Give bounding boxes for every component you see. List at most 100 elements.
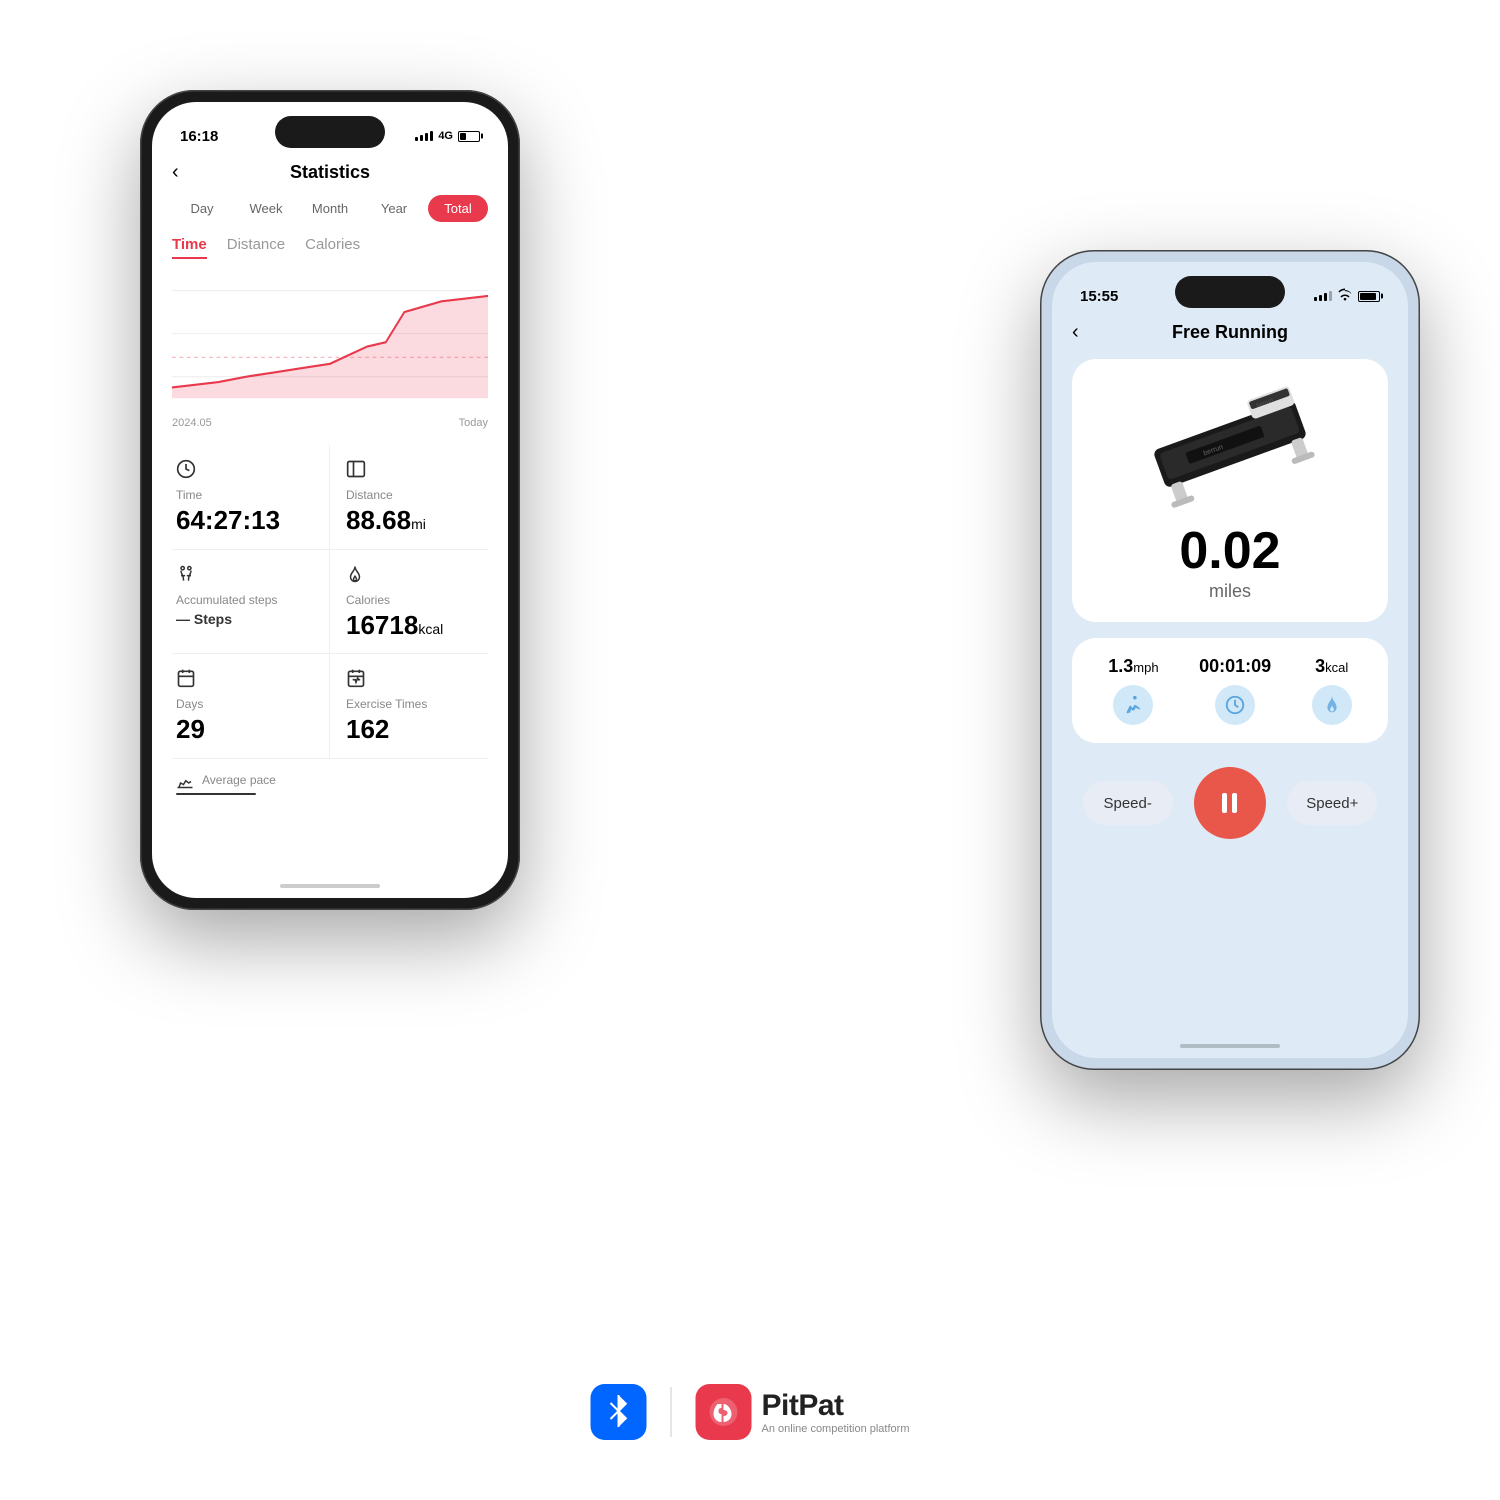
shoe-icon — [176, 774, 194, 792]
stat-days-label: Days — [176, 697, 313, 711]
filter-week[interactable]: Week — [236, 195, 296, 222]
pitpat-icon-svg — [706, 1394, 742, 1430]
bottom-logos: PitPat An online competition platform — [591, 1384, 910, 1440]
chart-x-labels: 2024.05 Today — [172, 417, 488, 429]
home-indicator-right — [1180, 1044, 1280, 1048]
bluetooth-icon — [604, 1393, 634, 1431]
speed-minus-button[interactable]: Speed- — [1083, 781, 1173, 825]
left-phone: 16:18 4G ‹ — [140, 90, 520, 910]
signal-icon — [415, 131, 433, 141]
timer-value: 00:01:09 — [1199, 656, 1271, 677]
controls-row: Speed- Speed+ — [1072, 767, 1388, 839]
tab-distance[interactable]: Distance — [227, 236, 285, 259]
time-right: 15:55 — [1080, 288, 1118, 305]
speed-plus-button[interactable]: Speed+ — [1287, 781, 1377, 825]
time-filter: Day Week Month Year Total — [172, 195, 488, 222]
exercise-icon — [346, 668, 484, 693]
fire-icon-right — [1312, 685, 1352, 725]
battery-icon — [458, 131, 480, 142]
home-indicator-left — [280, 884, 380, 888]
left-screen-content: ‹ Statistics Day Week Month Year Total T… — [152, 154, 508, 898]
metric-speed: 1.3mph — [1108, 656, 1158, 725]
chart-start-label: 2024.05 — [172, 417, 212, 429]
stat-exercise-label: Exercise Times — [346, 697, 484, 711]
filter-month[interactable]: Month — [300, 195, 360, 222]
time-chart — [172, 269, 488, 409]
treadmill-image: berrun berrun — [1130, 379, 1330, 509]
speed-value: 1.3mph — [1108, 656, 1158, 677]
metrics-row: 1.3mph 00:01:09 — [1072, 638, 1388, 743]
dynamic-island-right — [1175, 276, 1285, 308]
avg-pace-section: Average pace — [172, 759, 488, 809]
stat-calories-value: 16718kcal — [346, 611, 484, 640]
stat-steps-label: Accumulated steps — [176, 593, 313, 607]
stat-calories-label: Calories — [346, 593, 484, 607]
status-icons-left: 4G — [415, 130, 480, 142]
clock-icon-right — [1215, 685, 1255, 725]
statistics-header: ‹ Statistics — [172, 154, 488, 195]
logo-divider — [671, 1387, 672, 1437]
dynamic-island — [275, 116, 385, 148]
clock-icon — [176, 459, 313, 484]
back-button-left[interactable]: ‹ — [172, 161, 179, 184]
treadmill-card: berrun berrun 0.02 miles — [1072, 359, 1388, 622]
tab-time[interactable]: Time — [172, 236, 207, 259]
filter-day[interactable]: Day — [172, 195, 232, 222]
page-title-left: Statistics — [290, 162, 370, 183]
kcal-value: 3kcal — [1315, 656, 1348, 677]
pause-icon — [1222, 793, 1237, 813]
stat-calories: Calories 16718kcal — [330, 550, 488, 655]
pitpat-text: PitPat An online competition platform — [762, 1389, 910, 1435]
distance-icon — [346, 459, 484, 484]
stat-days: Days 29 — [172, 654, 330, 759]
chart-end-label: Today — [459, 417, 488, 429]
run-icon — [1113, 685, 1153, 725]
stat-days-value: 29 — [176, 715, 313, 744]
fire-icon — [346, 564, 484, 589]
metric-kcal: 3kcal — [1312, 656, 1352, 725]
bluetooth-logo — [591, 1384, 647, 1440]
page-title-right: Free Running — [1172, 322, 1288, 343]
wifi-icon — [1337, 288, 1353, 304]
calendar-icon — [176, 668, 313, 693]
stat-distance-value: 88.68mi — [346, 506, 484, 535]
stat-distance: Distance 88.68mi — [330, 445, 488, 550]
distance-unit: miles — [1209, 581, 1251, 602]
chart-svg — [172, 269, 488, 409]
filter-total[interactable]: Total — [428, 195, 488, 222]
pitpat-name: PitPat — [762, 1389, 910, 1423]
signal-icon-right — [1314, 291, 1332, 301]
left-screen: 16:18 4G ‹ — [152, 102, 508, 898]
pause-button[interactable] — [1194, 767, 1266, 839]
network-label: 4G — [438, 130, 453, 142]
free-running-header: ‹ Free Running — [1072, 314, 1388, 359]
metric-tabs: Time Distance Calories — [172, 236, 488, 259]
tab-calories[interactable]: Calories — [305, 236, 360, 259]
distance-value: 0.02 — [1179, 525, 1280, 577]
back-button-right[interactable]: ‹ — [1072, 321, 1079, 344]
battery-icon-right — [1358, 291, 1380, 302]
stat-steps: Accumulated steps — Steps — [172, 550, 330, 655]
pitpat-logo-container: PitPat An online competition platform — [696, 1384, 910, 1440]
avg-pace-label: Average pace — [202, 773, 276, 787]
pitpat-icon — [696, 1384, 752, 1440]
steps-icon — [176, 564, 313, 589]
stat-exercise-value: 162 — [346, 715, 484, 744]
time-left: 16:18 — [180, 128, 218, 145]
avg-pace-bar — [176, 793, 256, 795]
right-screen-content: ‹ Free Running — [1052, 314, 1408, 1058]
stat-distance-label: Distance — [346, 488, 484, 502]
stat-steps-sub: — Steps — [176, 611, 313, 627]
filter-year[interactable]: Year — [364, 195, 424, 222]
stat-time: Time 64:27:13 — [172, 445, 330, 550]
pitpat-tagline: An online competition platform — [762, 1423, 910, 1435]
status-icons-right — [1314, 288, 1380, 304]
stat-time-value: 64:27:13 — [176, 506, 313, 535]
stat-exercise: Exercise Times 162 — [330, 654, 488, 759]
stats-grid: Time 64:27:13 Distance 88.68mi — [172, 445, 488, 759]
right-phone: 15:55 — [1040, 250, 1420, 1070]
treadmill-svg: berrun berrun — [1130, 379, 1330, 509]
metric-time: 00:01:09 — [1199, 656, 1271, 725]
stat-time-label: Time — [176, 488, 313, 502]
right-screen: 15:55 — [1052, 262, 1408, 1058]
